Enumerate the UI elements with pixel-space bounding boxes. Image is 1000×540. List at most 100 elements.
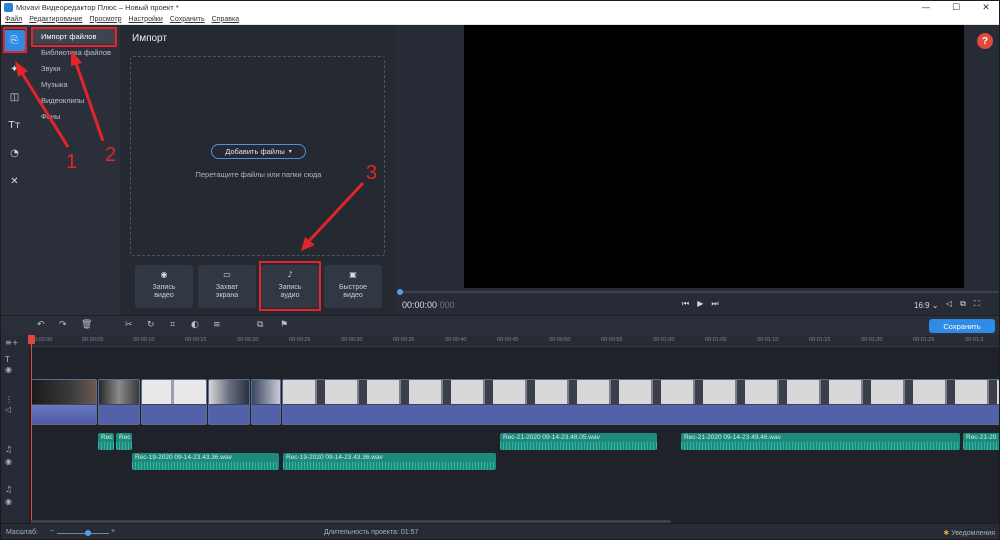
- preview-screen[interactable]: [464, 25, 964, 288]
- zoom-in-icon[interactable]: +: [111, 528, 115, 535]
- timeline: ≡+ T ◉ ⋮ ◁ ♫ ◉ ♫ ◉ 00:00:00 00:00:05 00:…: [1, 335, 999, 523]
- clip-waveform: [252, 405, 280, 424]
- video-clip[interactable]: [251, 379, 281, 425]
- audio-waveform: [132, 462, 279, 470]
- notifications-button[interactable]: ✱ Уведомления: [943, 529, 995, 537]
- video-clip[interactable]: [98, 379, 140, 425]
- timeline-toolbar: ↶ ↷ 🗑 ✂ ↻ ⌗ ◐ ≡ ⧉ ⚑ Сохранить: [1, 315, 999, 335]
- save-button[interactable]: Сохранить: [929, 319, 995, 333]
- add-files-label: Добавить файлы: [225, 147, 285, 156]
- record-video-button[interactable]: ◉ Запись видео: [135, 265, 193, 308]
- tick-label: 00:00:45: [497, 337, 519, 343]
- video-clip[interactable]: [282, 379, 999, 425]
- import-panel: Импорт Добавить файлы ▾ Перетащите файлы…: [120, 25, 396, 315]
- category-video-clips[interactable]: Видеоклипы: [41, 96, 84, 105]
- playback-progress[interactable]: [399, 291, 999, 293]
- audio-visibility-icon[interactable]: ◉: [5, 457, 12, 466]
- audio-clip[interactable]: Rec-19-2020 09-14-23.43.36.wav: [283, 453, 496, 470]
- audio-clip[interactable]: Rec: [116, 433, 132, 450]
- menu-help[interactable]: Справка: [212, 16, 239, 23]
- video-clip[interactable]: [31, 379, 97, 425]
- record-video-line1: Запись: [152, 284, 176, 291]
- timeline-ruler[interactable]: 00:00:00 00:00:05 00:00:10 00:00:15 00:0…: [29, 335, 999, 347]
- playhead-line[interactable]: [31, 335, 32, 523]
- tools-icon[interactable]: ✕: [4, 171, 25, 192]
- tick-label: 00:00:15: [185, 337, 207, 343]
- clip-thumbnail: [252, 380, 280, 404]
- delete-icon[interactable]: 🗑: [81, 320, 92, 330]
- screen-capture-line2: экрана: [215, 292, 239, 299]
- annotation-number-2: 2: [105, 144, 117, 166]
- drop-zone[interactable]: Добавить файлы ▾ Перетащите файлы или па…: [130, 56, 385, 256]
- audio-clip[interactable]: Rec-21-20: [963, 433, 999, 450]
- skip-forward-icon[interactable]: ⏭: [711, 299, 718, 309]
- add-files-button[interactable]: Добавить файлы ▾: [211, 144, 306, 159]
- clip-waveform: [99, 405, 139, 424]
- current-time: 00:00:00 000: [402, 300, 455, 310]
- crop-icon[interactable]: ⌗: [170, 320, 175, 330]
- audio-clip[interactable]: Rec-21-2020 09-14-23.49.46.wav: [681, 433, 960, 450]
- maximize-icon[interactable]: ☐: [941, 1, 971, 14]
- current-time-ms: 000: [439, 300, 455, 310]
- zoom-out-icon[interactable]: −: [50, 528, 54, 535]
- audio-visibility-2-icon[interactable]: ◉: [5, 497, 12, 506]
- skip-back-icon[interactable]: ⏮: [682, 299, 689, 309]
- equalizer-icon[interactable]: ≡: [213, 320, 221, 330]
- webcam-icon: ◉: [160, 270, 168, 279]
- playback-knob[interactable]: [397, 289, 403, 295]
- video-clip[interactable]: [141, 379, 207, 425]
- magic-wand-icon[interactable]: ✦: [4, 59, 25, 80]
- quick-video-line2: видео: [343, 292, 363, 299]
- audio-clip-label: Rec-21-2020 09-14-23.48.05.wav: [503, 434, 600, 441]
- titles-icon[interactable]: Tт: [4, 115, 25, 136]
- help-button[interactable]: ?: [977, 33, 993, 49]
- visibility-icon[interactable]: ◉: [5, 365, 12, 374]
- marker-icon[interactable]: ⚑: [280, 320, 288, 330]
- redo-icon[interactable]: ↷: [59, 320, 67, 330]
- add-track-icon[interactable]: ≡+: [5, 338, 18, 347]
- quick-video-button[interactable]: ▣ Быстрое видео: [324, 265, 382, 308]
- undo-icon[interactable]: ↶: [37, 320, 45, 330]
- screen-capture-button[interactable]: ▭ Захват экрана: [198, 265, 256, 308]
- cut-icon[interactable]: ✂: [125, 320, 133, 330]
- menu-settings[interactable]: Настройки: [129, 16, 163, 23]
- detach-preview-icon[interactable]: ⧉: [960, 299, 966, 309]
- clip-waveform: [283, 405, 999, 424]
- annotation-number-1: 1: [66, 151, 78, 173]
- color-adjust-icon[interactable]: ◐: [191, 320, 199, 330]
- playhead-knob[interactable]: [28, 335, 35, 344]
- category-sounds[interactable]: Звуки: [41, 64, 61, 73]
- tick-label: 00:01:3: [965, 337, 984, 343]
- category-file-library[interactable]: Библиотека файлов: [41, 48, 111, 57]
- track-mute-icon[interactable]: ◁: [5, 405, 11, 414]
- fullscreen-icon[interactable]: ⛶: [974, 299, 980, 309]
- menu-view[interactable]: Просмотр: [90, 16, 122, 23]
- zoom-knob[interactable]: [85, 530, 91, 536]
- menu-file[interactable]: Файл: [5, 16, 22, 23]
- view-controls: ◁ ⧉ ⛶: [946, 299, 979, 309]
- close-icon[interactable]: ✕: [971, 1, 999, 14]
- audio-clip[interactable]: Rec-19-2020 09-14-23.43.36.wav: [132, 453, 279, 470]
- import-title: Импорт: [132, 33, 167, 44]
- clip-waveform: [142, 405, 206, 424]
- audio-clip-label: Rec-19-2020 09-14-23.43.36.wav: [135, 454, 232, 461]
- video-clip[interactable]: [208, 379, 250, 425]
- zoom-slider[interactable]: [57, 533, 109, 534]
- audio-clip[interactable]: Rec: [98, 433, 114, 450]
- rotate-icon[interactable]: ↻: [147, 320, 155, 330]
- category-backgrounds[interactable]: Фоны: [41, 112, 60, 121]
- menu-edit[interactable]: Редактирование: [29, 16, 82, 23]
- volume-icon[interactable]: ◁: [946, 299, 952, 309]
- notifications-label: Уведомления: [951, 530, 995, 537]
- properties-icon[interactable]: ⧉: [257, 320, 263, 330]
- minimize-icon[interactable]: —: [911, 1, 941, 14]
- clip-thumbnail: [99, 380, 139, 404]
- stickers-icon[interactable]: ◔: [4, 143, 25, 164]
- play-icon[interactable]: ▶: [697, 299, 703, 309]
- transitions-icon[interactable]: ◫: [4, 87, 25, 108]
- category-music[interactable]: Музыка: [41, 80, 68, 89]
- menu-save[interactable]: Сохранить: [170, 16, 205, 23]
- audio-clip[interactable]: Rec-21-2020 09-14-23.48.05.wav: [500, 433, 657, 450]
- menu-bar: Файл Редактирование Просмотр Настройки С…: [1, 14, 999, 25]
- aspect-ratio-select[interactable]: 16:9 ⌄: [914, 301, 939, 310]
